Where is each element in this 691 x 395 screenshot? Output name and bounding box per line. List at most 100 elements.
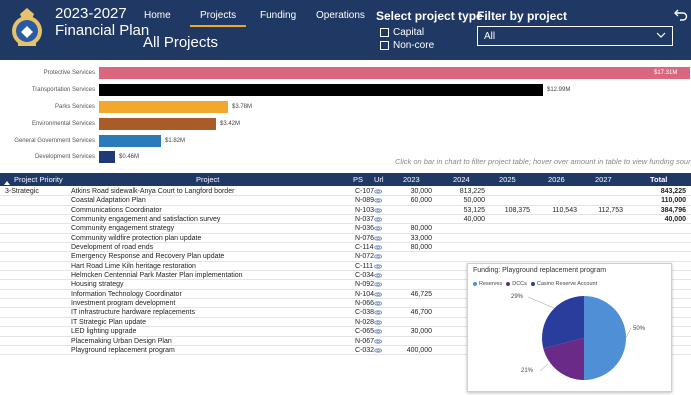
sort-ascending-icon [4, 181, 10, 185]
checkbox-icon[interactable] [380, 28, 389, 37]
table-row[interactable]: Development of road ends C-114 80,000 [0, 243, 691, 253]
cell-ps: N-066 [355, 300, 375, 308]
nav-projects[interactable]: Projects [189, 10, 247, 27]
bar-protective-services[interactable] [99, 67, 690, 79]
non-core-checkbox[interactable]: Non-core [380, 40, 434, 51]
table-row[interactable]: Community wildfire protection plan updat… [0, 234, 691, 244]
cell-y2023[interactable]: 33,000 [411, 234, 432, 243]
cell-y2023[interactable]: 46,725 [411, 290, 432, 299]
category-label[interactable]: Transportation Services [32, 87, 95, 93]
cell-project: Community engagement strategy [71, 225, 175, 233]
link-icon[interactable] [374, 300, 382, 307]
cell-project: Coastal Adaptation Plan [71, 197, 146, 205]
col-url[interactable]: Url [374, 175, 384, 184]
link-icon[interactable] [374, 319, 382, 326]
cell-y2023[interactable]: 400,000 [407, 346, 432, 355]
cell-y2023[interactable]: 46,700 [411, 308, 432, 317]
link-icon[interactable] [374, 347, 382, 354]
legend-item-dccs: DCCs [506, 281, 527, 287]
bar-transportation-services[interactable] [99, 84, 543, 96]
cell-y2024[interactable]: 53,125 [464, 206, 485, 215]
link-icon[interactable] [374, 272, 382, 279]
col-2026[interactable]: 2026 [548, 175, 565, 184]
col-2024[interactable]: 2024 [453, 175, 470, 184]
nav-operations[interactable]: Operations [316, 10, 365, 21]
table-row[interactable]: Coastal Adaptation Plan N-089 60,000 50,000… [0, 196, 691, 206]
back-arrow-icon[interactable] [674, 7, 688, 21]
col-project[interactable]: Project [196, 175, 219, 184]
cell-project: Communications Coordinator [71, 206, 162, 214]
link-icon[interactable] [374, 197, 382, 204]
legend-item-casino: Casino Reserve Account [530, 281, 598, 287]
checkbox-icon[interactable] [380, 41, 389, 50]
cell-ps: N-037 [355, 216, 375, 224]
bar-parks-services[interactable] [99, 101, 228, 113]
category-label[interactable]: General Government Services [14, 138, 95, 144]
cell-y2027[interactable]: 112,753 [598, 206, 623, 215]
category-label[interactable]: Parks Services [55, 104, 95, 110]
cell-y2026[interactable]: 110,543 [552, 206, 577, 215]
pie-slice-reserves[interactable] [584, 296, 626, 380]
table-row[interactable]: Community engagement strategy N-036 80,000 [0, 224, 691, 234]
nav-home[interactable]: Home [144, 10, 171, 21]
link-icon[interactable] [374, 338, 382, 345]
cell-y2023[interactable]: 80,000 [411, 224, 432, 233]
link-icon[interactable] [374, 244, 382, 251]
col-priority[interactable]: Project Priority [14, 175, 63, 184]
link-icon[interactable] [374, 291, 382, 298]
bar-general-government-services[interactable] [99, 135, 161, 147]
pie-label-reserves: 50% [633, 326, 646, 332]
non-core-label: Non-core [393, 40, 435, 51]
pie-leader-line [539, 363, 549, 372]
cell-y2025[interactable]: 108,375 [505, 206, 530, 215]
bar-value-label: $3.78M [232, 104, 253, 110]
legend-dot-icon [506, 282, 511, 286]
cell-y2024[interactable]: 40,000 [464, 215, 485, 224]
pie-legend: Reserves DCCs Casino Reserve Account [473, 281, 597, 287]
bar-environmental-services[interactable] [99, 118, 216, 130]
cell-y2023[interactable]: 30,000 [411, 187, 432, 196]
cell-y2024[interactable]: 813,225 [460, 187, 485, 196]
link-icon[interactable] [374, 328, 382, 335]
link-icon[interactable] [374, 188, 382, 195]
col-ps[interactable]: PS [353, 175, 363, 184]
cell-project: Emergency Response and Recovery Plan upd… [71, 253, 225, 261]
app-header: 2023-2027 Financial Plan Home Projects F… [0, 0, 691, 60]
cell-y2023[interactable]: 60,000 [411, 196, 432, 205]
table-row[interactable]: Communications Coordinator N-103 53,125 108… [0, 206, 691, 216]
col-total[interactable]: Total [650, 175, 667, 184]
cell-y2023[interactable]: 30,000 [411, 327, 432, 336]
cell-ps: N-036 [355, 225, 375, 233]
category-label[interactable]: Development Services [35, 154, 95, 160]
bar-development-services[interactable] [99, 151, 115, 163]
table-row[interactable]: Community engagement and satisfaction su… [0, 215, 691, 225]
link-icon[interactable] [374, 309, 382, 316]
link-icon[interactable] [374, 235, 382, 242]
link-icon[interactable] [374, 225, 382, 232]
legend-dot-icon [530, 282, 535, 286]
cell-ps: N-103 [355, 206, 375, 214]
table-row[interactable]: Emergency Response and Recovery Plan upd… [0, 252, 691, 262]
project-filter-dropdown[interactable]: All [477, 26, 673, 46]
link-icon[interactable] [374, 207, 382, 214]
legend-label: Casino Reserve Account [536, 281, 598, 287]
link-icon[interactable] [374, 216, 382, 223]
table-row[interactable]: Atkins Road sidewalk-Anya Court to Langf… [0, 187, 691, 197]
cell-ps: N-104 [355, 290, 375, 298]
nav-funding[interactable]: Funding [260, 10, 296, 21]
col-2023[interactable]: 2023 [403, 175, 420, 184]
category-label[interactable]: Environmental Services [32, 121, 95, 127]
category-label[interactable]: Protective Services [44, 70, 95, 76]
capital-label: Capital [393, 27, 425, 38]
capital-checkbox[interactable]: Capital [380, 27, 424, 38]
col-2027[interactable]: 2027 [595, 175, 612, 184]
cell-y2024[interactable]: 50,000 [464, 196, 485, 205]
cell-total: 110,000 [661, 197, 686, 205]
link-icon[interactable] [374, 281, 382, 288]
col-2025[interactable]: 2025 [499, 175, 516, 184]
link-icon[interactable] [374, 263, 382, 270]
link-icon[interactable] [374, 253, 382, 260]
cell-y2023[interactable]: 80,000 [411, 243, 432, 252]
bar-value-label: $0.46M [119, 154, 140, 160]
cell-ps: C-114 [355, 244, 374, 252]
